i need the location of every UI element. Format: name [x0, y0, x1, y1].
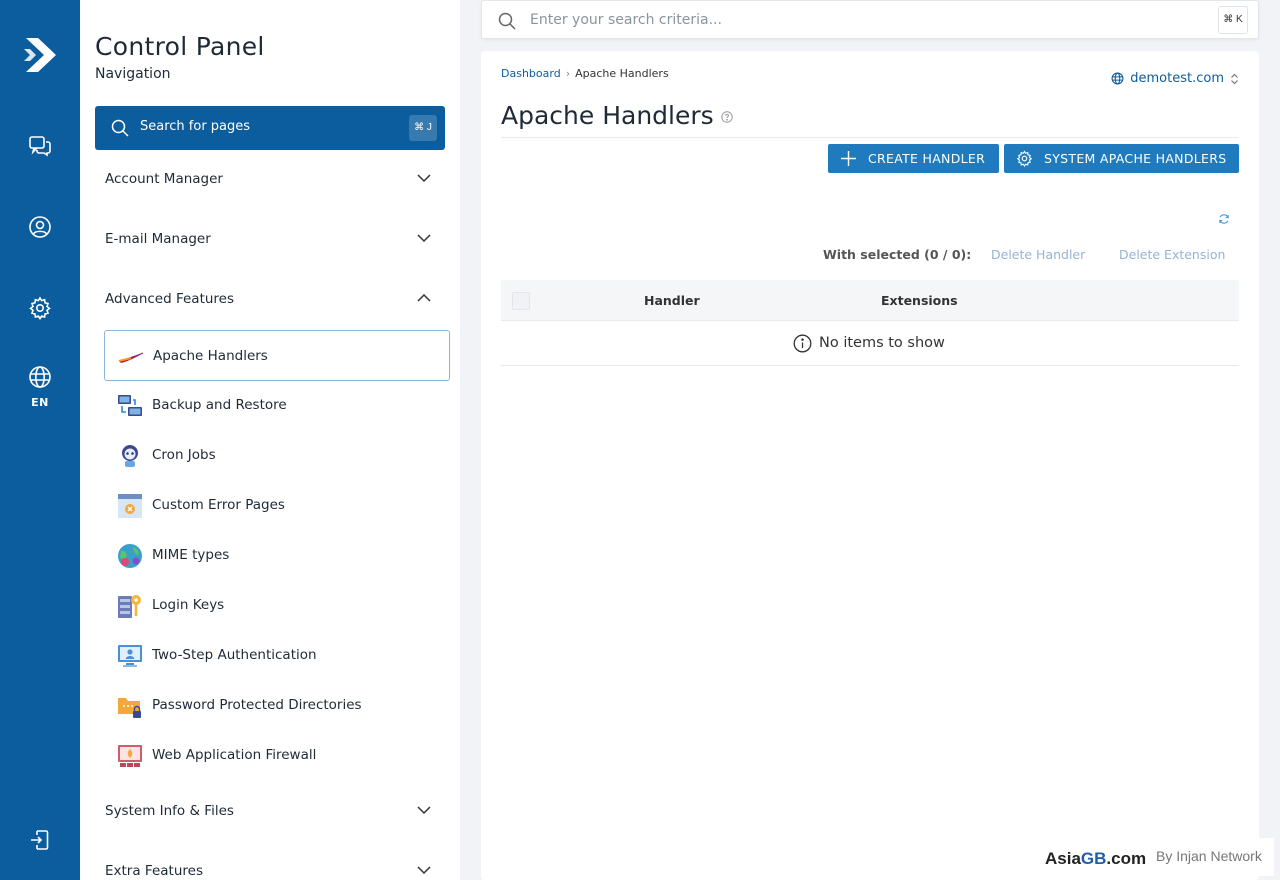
navigation-panel: Control Panel Navigation Search for page… — [80, 0, 460, 880]
page-search-shortcut: ⌘ J — [409, 115, 437, 141]
key-icon — [118, 595, 141, 618]
section-label: Advanced Features — [105, 291, 235, 307]
empty-table-message: No items to show — [819, 335, 945, 351]
create-handler-label: CREATE HANDLER — [868, 151, 986, 166]
globe-icon — [1111, 72, 1124, 85]
domain-name: demotest.com — [1130, 71, 1224, 86]
logout-icon[interactable] — [28, 828, 52, 852]
chevron-up-icon — [417, 293, 431, 302]
nav-item-password-protected-directories[interactable]: Password Protected Directories — [104, 680, 450, 731]
breadcrumb-current: Apache Handlers — [575, 67, 669, 80]
nav-item-label: Backup and Restore — [152, 397, 287, 413]
nav-title: Control Panel — [95, 32, 265, 61]
nav-item-cron-jobs[interactable]: Cron Jobs — [104, 430, 450, 481]
plus-icon — [841, 151, 856, 166]
brand-name: AsiaGB.com — [1045, 849, 1146, 869]
nav-item-label: Password Protected Directories — [152, 697, 362, 713]
help-icon[interactable] — [721, 111, 733, 123]
backup-icon — [118, 395, 142, 416]
global-search-shortcut: ⌘ K — [1218, 6, 1248, 34]
error-page-icon — [118, 494, 142, 518]
nav-item-apache-handlers[interactable]: Apache Handlers — [104, 330, 450, 381]
brand-highlight: GB — [1080, 849, 1107, 868]
nav-item-login-keys[interactable]: Login Keys — [104, 580, 450, 631]
system-apache-handlers-button[interactable]: SYSTEM APACHE HANDLERS — [1004, 144, 1239, 173]
page-title: Apache Handlers — [501, 101, 714, 130]
nav-item-label: Custom Error Pages — [152, 497, 285, 513]
gear-icon — [1016, 150, 1033, 167]
table-header: Handler Extensions — [501, 280, 1239, 321]
nav-item-backup-restore[interactable]: Backup and Restore — [104, 380, 450, 431]
domain-selector[interactable]: demotest.com — [1111, 71, 1239, 86]
sort-chevrons-icon — [1231, 73, 1238, 84]
search-icon — [498, 12, 516, 30]
column-header-handler[interactable]: Handler — [644, 293, 700, 308]
create-handler-button[interactable]: CREATE HANDLER — [828, 144, 999, 173]
two-step-auth-icon — [118, 645, 142, 667]
logo-icon[interactable] — [22, 36, 58, 74]
section-extra-features[interactable]: Extra Features — [95, 851, 445, 880]
page-search-label: Search for pages — [140, 119, 251, 134]
system-apache-handlers-label: SYSTEM APACHE HANDLERS — [1044, 151, 1227, 166]
search-icon — [111, 119, 129, 137]
nav-item-label: MIME types — [152, 547, 230, 563]
global-search-input[interactable] — [530, 9, 1170, 31]
select-all-checkbox[interactable] — [512, 292, 530, 310]
nav-item-label: Apache Handlers — [153, 348, 268, 364]
nav-item-mime-types[interactable]: MIME types — [104, 530, 450, 581]
section-label: System Info & Files — [105, 803, 234, 819]
chevron-down-icon — [417, 866, 431, 875]
globe-icon[interactable] — [28, 365, 52, 389]
icon-rail: EN — [0, 0, 80, 880]
column-header-extensions[interactable]: Extensions — [881, 293, 958, 308]
refresh-icon[interactable] — [1218, 213, 1230, 225]
chevron-down-icon — [417, 174, 431, 183]
protected-folder-icon — [118, 698, 141, 718]
brand-prefix: Asia — [1045, 849, 1081, 868]
nav-item-label: Web Application Firewall — [152, 747, 317, 763]
chat-icon[interactable] — [28, 134, 52, 158]
nav-item-label: Two-Step Authentication — [152, 647, 317, 663]
main-content-card: Dashboard › Apache Handlers demotest.com A… — [481, 51, 1259, 880]
chevron-down-icon — [417, 806, 431, 815]
nav-item-custom-error-pages[interactable]: Custom Error Pages — [104, 480, 450, 531]
with-selected-label: With selected (0 / 0): — [823, 247, 972, 262]
breadcrumb-separator-icon: › — [565, 67, 571, 80]
language-label[interactable]: EN — [0, 396, 80, 409]
firewall-icon — [118, 745, 142, 767]
nav-item-web-application-firewall[interactable]: Web Application Firewall — [104, 730, 450, 781]
apache-feather-icon — [118, 352, 144, 363]
nav-subtitle: Navigation — [95, 66, 171, 82]
section-label: Account Manager — [105, 171, 223, 187]
section-system-info-files[interactable]: System Info & Files — [95, 791, 445, 831]
title-divider — [501, 137, 1239, 138]
breadcrumb: Dashboard › Apache Handlers — [501, 67, 669, 80]
nav-item-label: Login Keys — [152, 597, 225, 613]
brand-suffix: .com — [1106, 849, 1147, 868]
brand-by-text: By Injan Network — [1156, 848, 1262, 864]
section-email-manager[interactable]: E-mail Manager — [95, 219, 445, 259]
nav-item-label: Cron Jobs — [152, 447, 216, 463]
chevron-down-icon — [417, 234, 431, 243]
brand-watermark: AsiaGB.com By Injan Network — [1036, 838, 1274, 876]
delete-extension-button[interactable]: Delete Extension — [1119, 247, 1225, 262]
section-advanced-features[interactable]: Advanced Features — [95, 279, 445, 319]
global-search-bar: ⌘ K — [481, 0, 1259, 39]
cron-robot-icon — [122, 445, 138, 467]
info-icon — [793, 334, 812, 353]
section-label: E-mail Manager — [105, 231, 211, 247]
section-label: Extra Features — [105, 863, 203, 879]
nav-item-two-step-auth[interactable]: Two-Step Authentication — [104, 630, 450, 681]
empty-table-row: No items to show — [501, 321, 1239, 366]
breadcrumb-dashboard-link[interactable]: Dashboard — [501, 67, 561, 80]
gear-icon[interactable] — [28, 296, 52, 320]
section-account-manager[interactable]: Account Manager — [95, 159, 445, 199]
delete-handler-button[interactable]: Delete Handler — [991, 247, 1085, 262]
user-icon[interactable] — [28, 215, 52, 239]
mime-globe-icon — [118, 544, 142, 568]
page-search-button[interactable]: Search for pages ⌘ J — [95, 106, 445, 150]
